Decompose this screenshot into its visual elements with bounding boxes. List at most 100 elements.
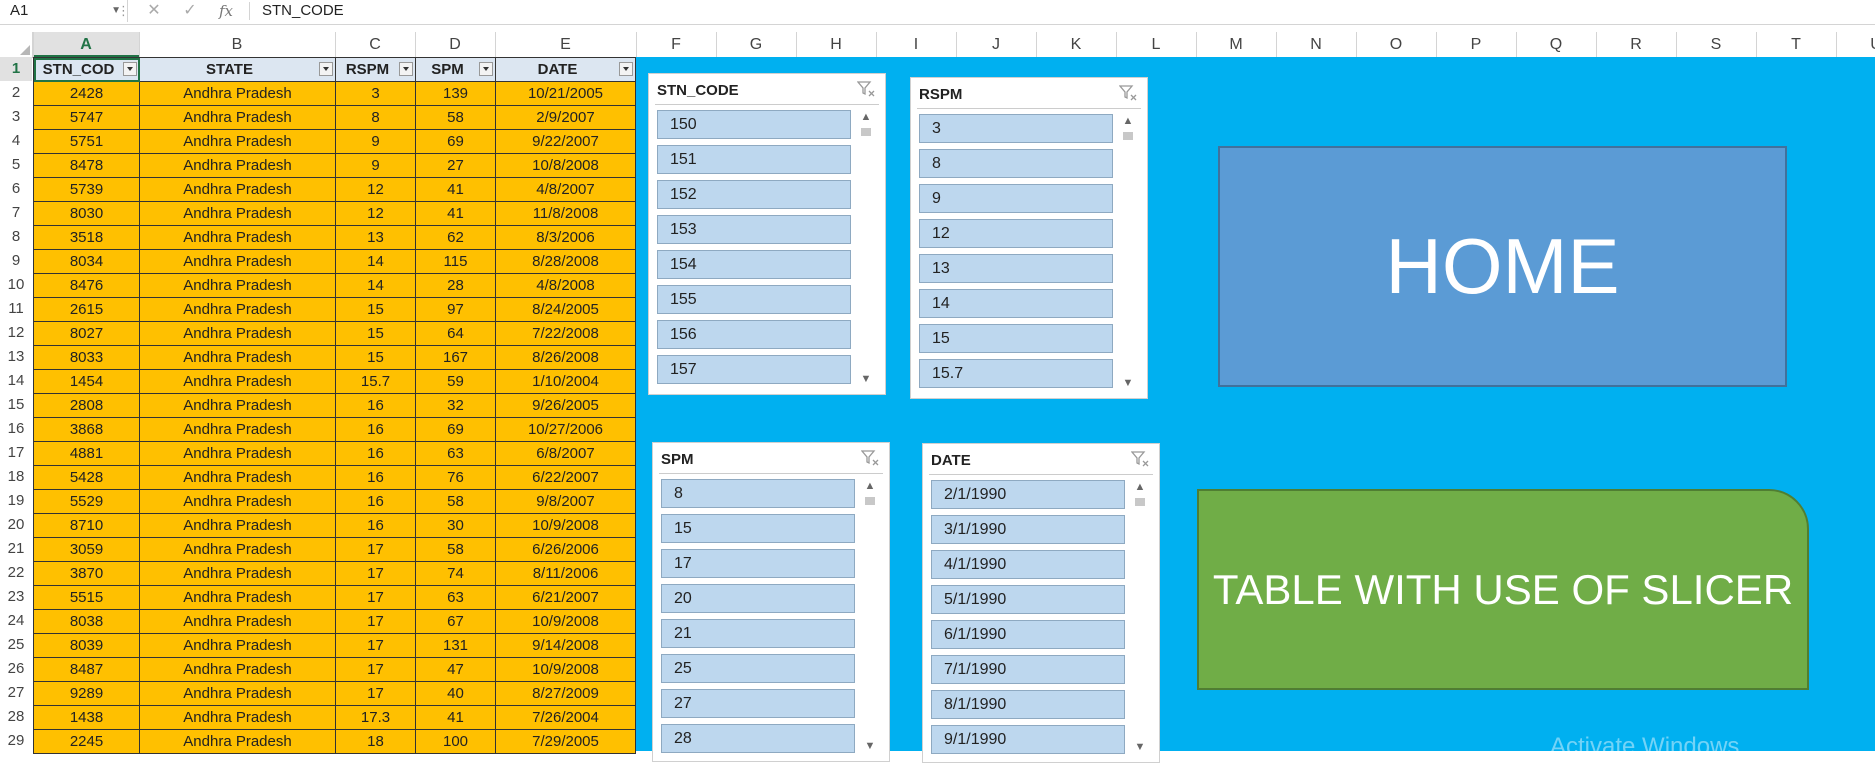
slicer-item[interactable]: 14 (919, 289, 1113, 318)
table-cell[interactable]: 2/9/2007 (495, 105, 636, 130)
table-cell[interactable]: 8 (335, 105, 416, 130)
row-header-1[interactable]: 1 (0, 57, 32, 81)
table-cell[interactable]: 13 (335, 225, 416, 250)
slicer-item[interactable]: 152 (657, 180, 851, 209)
column-header-c[interactable]: C (335, 32, 415, 57)
slicer-item[interactable]: 2/1/1990 (931, 480, 1125, 509)
column-header-p[interactable]: P (1436, 32, 1516, 57)
table-cell[interactable]: Andhra Pradesh (139, 201, 336, 226)
table-cell[interactable]: 8038 (33, 609, 140, 634)
slicer-scrollbar[interactable]: ▲ ▼ (859, 110, 873, 386)
table-cell[interactable]: Andhra Pradesh (139, 177, 336, 202)
table-cell[interactable]: 7/26/2004 (495, 705, 636, 730)
slicer-item[interactable]: 13 (919, 254, 1113, 283)
slicer-item[interactable]: 20 (661, 584, 855, 613)
table-cell[interactable]: 16 (335, 489, 416, 514)
row-header-5[interactable]: 5 (0, 153, 32, 177)
row-header-12[interactable]: 12 (0, 321, 32, 345)
slicer-item[interactable]: 156 (657, 320, 851, 349)
row-header-6[interactable]: 6 (0, 177, 32, 201)
slicer-scrollbar[interactable]: ▲ ▼ (1133, 480, 1147, 754)
table-cell[interactable]: Andhra Pradesh (139, 81, 336, 106)
table-cell[interactable]: 10/9/2008 (495, 513, 636, 538)
table-cell[interactable]: 16 (335, 465, 416, 490)
table-cell[interactable]: 8/26/2008 (495, 345, 636, 370)
table-cell[interactable]: 10/8/2008 (495, 153, 636, 178)
table-cell[interactable]: 16 (335, 441, 416, 466)
column-header-r[interactable]: R (1596, 32, 1676, 57)
row-header-23[interactable]: 23 (0, 585, 32, 609)
slicer-item[interactable]: 21 (661, 619, 855, 648)
more-options-icon[interactable]: ⋮ (117, 0, 130, 22)
table-cell[interactable]: 8030 (33, 201, 140, 226)
table-cell[interactable]: 58 (415, 105, 496, 130)
chevron-up-icon[interactable]: ▲ (1121, 114, 1135, 128)
table-cell[interactable]: 8710 (33, 513, 140, 538)
table-cell[interactable]: 17 (335, 609, 416, 634)
table-cell[interactable]: 2428 (33, 81, 140, 106)
column-header-i[interactable]: I (876, 32, 956, 57)
clear-filter-icon[interactable] (1118, 84, 1137, 102)
table-cell[interactable]: 58 (415, 489, 496, 514)
column-header-j[interactable]: J (956, 32, 1036, 57)
row-header-4[interactable]: 4 (0, 129, 32, 153)
table-cell[interactable]: 2615 (33, 297, 140, 322)
row-header-24[interactable]: 24 (0, 609, 32, 633)
table-cell[interactable]: 8/24/2005 (495, 297, 636, 322)
table-cell[interactable]: 9289 (33, 681, 140, 706)
table-cell[interactable]: 63 (415, 441, 496, 466)
table-cell[interactable]: Andhra Pradesh (139, 297, 336, 322)
table-cell[interactable]: 7/22/2008 (495, 321, 636, 346)
table-cell[interactable]: 1454 (33, 369, 140, 394)
row-header-21[interactable]: 21 (0, 537, 32, 561)
table-cell[interactable]: Andhra Pradesh (139, 585, 336, 610)
column-header-h[interactable]: H (796, 32, 876, 57)
row-header-29[interactable]: 29 (0, 729, 32, 753)
home-button[interactable]: HOME (1218, 146, 1787, 387)
table-cell[interactable]: Andhra Pradesh (139, 609, 336, 634)
slicer-item[interactable]: 8/1/1990 (931, 690, 1125, 719)
clear-filter-icon[interactable] (1130, 450, 1149, 468)
scroll-thumb[interactable] (861, 128, 871, 136)
table-cell[interactable]: 3870 (33, 561, 140, 586)
table-cell[interactable]: Andhra Pradesh (139, 129, 336, 154)
table-cell[interactable]: 5739 (33, 177, 140, 202)
slicer-date[interactable]: DATE 2/1/1990 3/1/1990 4/1/1990 5/1/1990 6/1/… (922, 443, 1160, 763)
table-cell[interactable]: 58 (415, 537, 496, 562)
table-cell[interactable]: 17.3 (335, 705, 416, 730)
chevron-down-icon[interactable]: ▼ (1121, 376, 1135, 390)
row-header-11[interactable]: 11 (0, 297, 32, 321)
table-cell[interactable]: 17 (335, 585, 416, 610)
table-cell[interactable]: 69 (415, 417, 496, 442)
table-cell[interactable]: 6/26/2006 (495, 537, 636, 562)
table-cell[interactable]: 7/29/2005 (495, 729, 636, 754)
column-header-g[interactable]: G (716, 32, 796, 57)
table-cell[interactable]: 5515 (33, 585, 140, 610)
slicer-item[interactable]: 12 (919, 219, 1113, 248)
table-cell[interactable]: Andhra Pradesh (139, 489, 336, 514)
table-cell[interactable]: 131 (415, 633, 496, 658)
column-header-n[interactable]: N (1276, 32, 1356, 57)
row-header-9[interactable]: 9 (0, 249, 32, 273)
table-cell[interactable]: Andhra Pradesh (139, 345, 336, 370)
table-cell[interactable]: 11/8/2008 (495, 201, 636, 226)
table-cell[interactable]: 5751 (33, 129, 140, 154)
slicer-rspm[interactable]: RSPM 3 8 9 12 13 14 15 15.7 ▲ ▼ (910, 77, 1148, 399)
table-cell[interactable]: Andhra Pradesh (139, 249, 336, 274)
table-cell[interactable]: 15 (335, 321, 416, 346)
table-cell[interactable]: 97 (415, 297, 496, 322)
slicer-item[interactable]: 3/1/1990 (931, 515, 1125, 544)
slicer-item[interactable]: 6/1/1990 (931, 620, 1125, 649)
table-cell[interactable]: Andhra Pradesh (139, 225, 336, 250)
table-cell[interactable]: Andhra Pradesh (139, 729, 336, 754)
filter-dropdown-icon[interactable] (319, 62, 333, 76)
table-cell[interactable]: 41 (415, 705, 496, 730)
table-cell[interactable]: Andhra Pradesh (139, 105, 336, 130)
table-cell[interactable]: 32 (415, 393, 496, 418)
slicer-scrollbar[interactable]: ▲ ▼ (1121, 114, 1135, 390)
filter-dropdown-icon[interactable] (123, 62, 137, 76)
table-cell[interactable]: Andhra Pradesh (139, 273, 336, 298)
table-cell[interactable]: 10/9/2008 (495, 657, 636, 682)
slicer-item[interactable]: 9/1/1990 (931, 725, 1125, 754)
slicer-item[interactable]: 154 (657, 250, 851, 279)
